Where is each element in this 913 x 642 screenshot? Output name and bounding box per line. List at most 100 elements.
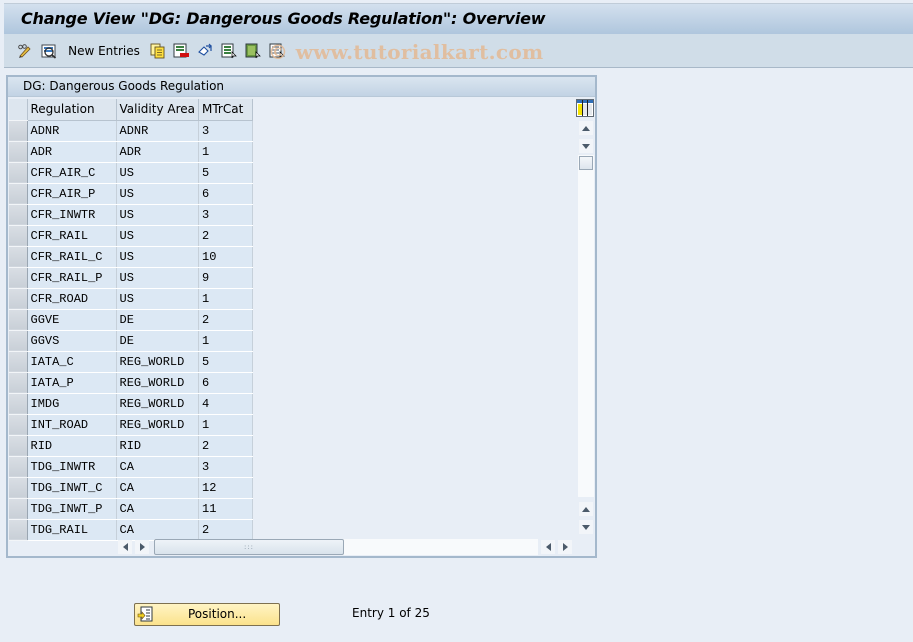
display-change-button[interactable] <box>16 42 34 60</box>
cell-regulation[interactable]: CFR_ROAD <box>27 288 117 310</box>
cell-regulation[interactable]: IMDG <box>27 393 117 415</box>
table-configuration-button[interactable] <box>576 99 594 117</box>
row-selector[interactable] <box>9 246 28 268</box>
row-selector[interactable] <box>9 498 28 520</box>
cell-validity-area[interactable]: US <box>116 246 199 268</box>
scroll-left-button[interactable] <box>118 540 132 554</box>
horizontal-scrollbar-thumb[interactable]: ::: <box>154 539 344 555</box>
vertical-scrollbar-track[interactable] <box>578 155 594 497</box>
cell-mtrcat[interactable]: 6 <box>198 183 253 205</box>
row-selector[interactable] <box>9 204 28 226</box>
scroll-page-up-button[interactable] <box>579 121 593 135</box>
cell-regulation[interactable]: ADNR <box>27 120 117 142</box>
select-all-rows-cell[interactable] <box>9 99 28 121</box>
cell-regulation[interactable]: CFR_RAIL <box>27 225 117 247</box>
cell-validity-area[interactable]: US <box>116 204 199 226</box>
cell-mtrcat[interactable]: 2 <box>198 435 253 457</box>
cell-regulation[interactable]: TDG_INWTR <box>27 456 117 478</box>
select-all-button[interactable] <box>220 42 238 60</box>
row-selector[interactable] <box>9 456 28 478</box>
cell-validity-area[interactable]: DE <box>116 330 199 352</box>
cell-mtrcat[interactable]: 9 <box>198 267 253 289</box>
cell-validity-area[interactable]: ADR <box>116 141 199 163</box>
cell-regulation[interactable]: CFR_AIR_P <box>27 183 117 205</box>
cell-validity-area[interactable]: CA <box>116 477 199 499</box>
column-header-validity-area[interactable]: Validity Area <box>116 99 199 121</box>
cell-mtrcat[interactable]: 3 <box>198 204 253 226</box>
scroll-page-down-button[interactable] <box>579 520 593 534</box>
cell-validity-area[interactable]: US <box>116 267 199 289</box>
cell-validity-area[interactable]: US <box>116 183 199 205</box>
column-header-regulation[interactable]: Regulation <box>27 99 117 121</box>
cell-mtrcat[interactable]: 2 <box>198 225 253 247</box>
cell-validity-area[interactable]: REG_WORLD <box>116 372 199 394</box>
scroll-right-button[interactable] <box>135 540 149 554</box>
cell-validity-area[interactable]: ADNR <box>116 120 199 142</box>
select-block-button[interactable] <box>244 42 262 60</box>
column-header-mtrcat[interactable]: MTrCat <box>198 99 253 121</box>
row-selector[interactable] <box>9 183 28 205</box>
cell-mtrcat[interactable]: 2 <box>198 309 253 331</box>
scroll-right-end-button[interactable] <box>558 540 572 554</box>
cell-mtrcat[interactable]: 4 <box>198 393 253 415</box>
cell-validity-area[interactable]: CA <box>116 519 199 541</box>
cell-validity-area[interactable]: REG_WORLD <box>116 414 199 436</box>
cell-mtrcat[interactable]: 1 <box>198 288 253 310</box>
cell-regulation[interactable]: RID <box>27 435 117 457</box>
cell-mtrcat[interactable]: 3 <box>198 456 253 478</box>
cell-regulation[interactable]: TDG_INWT_C <box>27 477 117 499</box>
cell-regulation[interactable]: CFR_RAIL_C <box>27 246 117 268</box>
cell-regulation[interactable]: TDG_RAIL <box>27 519 117 541</box>
row-selector[interactable] <box>9 351 28 373</box>
cell-regulation[interactable]: GGVE <box>27 309 117 331</box>
cell-validity-area[interactable]: US <box>116 162 199 184</box>
new-entries-button[interactable]: New Entries <box>68 42 140 60</box>
scroll-left-end-button[interactable] <box>541 540 555 554</box>
cell-mtrcat[interactable]: 2 <box>198 519 253 541</box>
row-selector[interactable] <box>9 225 28 247</box>
cell-mtrcat[interactable]: 5 <box>198 162 253 184</box>
cell-regulation[interactable]: GGVS <box>27 330 117 352</box>
cell-validity-area[interactable]: REG_WORLD <box>116 393 199 415</box>
row-selector[interactable] <box>9 519 28 541</box>
cell-mtrcat[interactable]: 12 <box>198 477 253 499</box>
cell-validity-area[interactable]: CA <box>116 498 199 520</box>
copy-as-button[interactable] <box>149 42 167 60</box>
cell-validity-area[interactable]: US <box>116 288 199 310</box>
position-button[interactable]: Position... <box>134 603 280 626</box>
row-selector[interactable] <box>9 414 28 436</box>
cell-validity-area[interactable]: REG_WORLD <box>116 351 199 373</box>
row-selector[interactable] <box>9 141 28 163</box>
cell-mtrcat[interactable]: 10 <box>198 246 253 268</box>
row-selector[interactable] <box>9 393 28 415</box>
cell-mtrcat[interactable]: 6 <box>198 372 253 394</box>
row-selector[interactable] <box>9 477 28 499</box>
delete-button[interactable] <box>172 42 190 60</box>
cell-regulation[interactable]: INT_ROAD <box>27 414 117 436</box>
cell-regulation[interactable]: ADR <box>27 141 117 163</box>
row-selector[interactable] <box>9 330 28 352</box>
cell-validity-area[interactable]: US <box>116 225 199 247</box>
cell-regulation[interactable]: CFR_AIR_C <box>27 162 117 184</box>
row-selector[interactable] <box>9 288 28 310</box>
row-selector[interactable] <box>9 309 28 331</box>
row-selector[interactable] <box>9 267 28 289</box>
row-selector[interactable] <box>9 162 28 184</box>
cell-regulation[interactable]: CFR_RAIL_P <box>27 267 117 289</box>
vertical-scrollbar-thumb[interactable] <box>579 156 593 170</box>
cell-mtrcat[interactable]: 11 <box>198 498 253 520</box>
undo-change-button[interactable] <box>196 42 214 60</box>
details-button[interactable] <box>40 42 58 60</box>
cell-mtrcat[interactable]: 1 <box>198 330 253 352</box>
cell-regulation[interactable]: IATA_C <box>27 351 117 373</box>
scroll-down-button[interactable] <box>579 502 593 516</box>
cell-regulation[interactable]: IATA_P <box>27 372 117 394</box>
cell-mtrcat[interactable]: 5 <box>198 351 253 373</box>
cell-mtrcat[interactable]: 1 <box>198 414 253 436</box>
row-selector[interactable] <box>9 435 28 457</box>
cell-regulation[interactable]: TDG_INWT_P <box>27 498 117 520</box>
cell-validity-area[interactable]: CA <box>116 456 199 478</box>
row-selector[interactable] <box>9 372 28 394</box>
cell-validity-area[interactable]: DE <box>116 309 199 331</box>
cell-mtrcat[interactable]: 1 <box>198 141 253 163</box>
